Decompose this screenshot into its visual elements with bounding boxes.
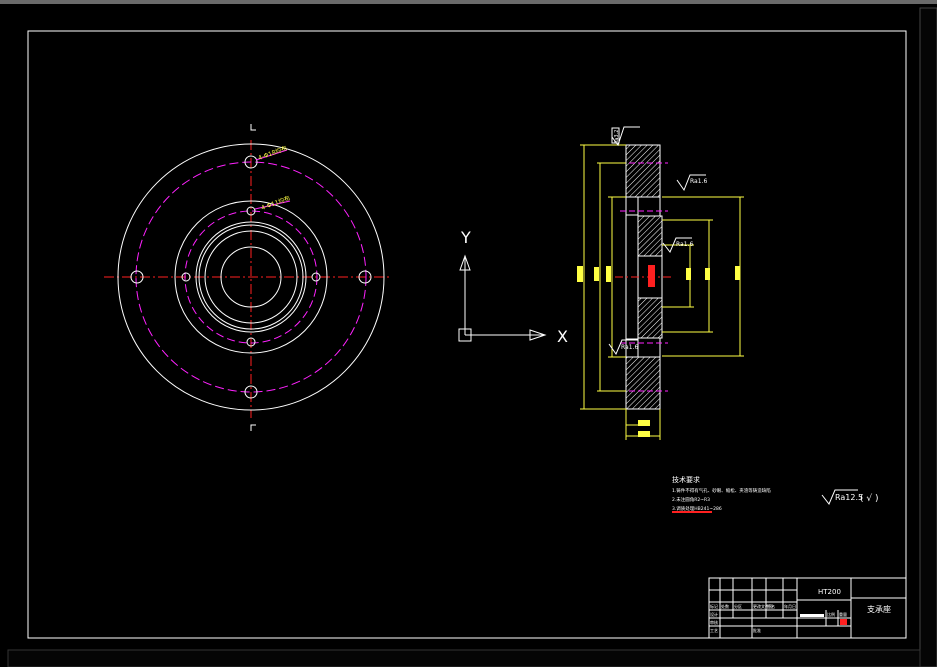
roughness-ra-3: Ra1.6 (621, 344, 638, 351)
tb-row-label: 分区 (734, 603, 742, 609)
tech-req-title: 技术要求 (672, 475, 700, 484)
tb-row-label: 处数 (721, 603, 729, 609)
vertical-scrollbar[interactable] (919, 7, 937, 667)
horizontal-scrollbar[interactable] (7, 649, 921, 667)
section-flange-upper (625, 144, 661, 198)
technical-requirements: 技术要求 1.铸件不得有气孔、砂眼、缩松、夹渣等铸造缺陷 2.未注圆角R2~R3… (672, 475, 878, 513)
tb-left-label: 审核 (710, 619, 718, 625)
bore-marker (648, 265, 655, 287)
surface-finish-overall: Ra12.5 (835, 493, 863, 502)
section-mark-bottom (250, 424, 256, 431)
ucs-y-label: Y (460, 228, 471, 247)
tb-weight-label: 重量 (839, 611, 847, 617)
section-view: Ra1.6 Ra1.6 Ra1.6 (577, 126, 744, 440)
cad-drawing-canvas: 4-Φ18均布 4-Φ11均布 Y X Ra1.6 Ra1.6 Ra1.6 技术… (0, 0, 937, 667)
front-view: 4-Φ18均布 4-Φ11均布 (104, 124, 392, 431)
tb-scale-label: 比例 (827, 611, 835, 617)
section-flange-lower (625, 356, 661, 410)
roughness-ra-0: Ra3.2 (614, 130, 620, 144)
hole-callout-outer: 4-Φ18均布 (257, 144, 288, 162)
tech-req-line-2: 2.未注圆角R2~R3 (672, 496, 710, 503)
ucs-x-label: X (557, 327, 568, 346)
tb-left-label: 设计 (710, 611, 718, 617)
title-block: HT200 支承座 标记 处数 分区 更改文件号 签名 年月日 设计 审核 工艺… (708, 577, 907, 639)
window-strip (0, 0, 937, 4)
roughness-ra-2: Ra1.6 (676, 241, 693, 248)
section-hub-lower (637, 297, 663, 339)
surface-finish-suffix: ( √ ) (860, 493, 878, 504)
material-label: HT200 (818, 588, 841, 596)
tb-left-label: 批准 (753, 627, 761, 633)
part-name: 支承座 (867, 604, 891, 614)
tb-left-label: 工艺 (710, 628, 718, 633)
hole-callout-inner: 4-Φ11均布 (260, 194, 291, 212)
tech-req-line-1: 1.铸件不得有气孔、砂眼、缩松、夹渣等铸造缺陷 (672, 487, 771, 494)
ucs-icon: Y X (458, 228, 568, 346)
tb-row-label: 签名 (767, 603, 775, 609)
tech-req-line-3: 3.调质处理HB241~286 (672, 505, 722, 512)
tb-row-label: 标记 (710, 603, 718, 609)
tb-row-label: 年月日 (784, 603, 796, 609)
section-hub-upper (637, 215, 663, 257)
section-mark-top (250, 124, 256, 131)
roughness-ra-1: Ra1.6 (690, 178, 707, 185)
